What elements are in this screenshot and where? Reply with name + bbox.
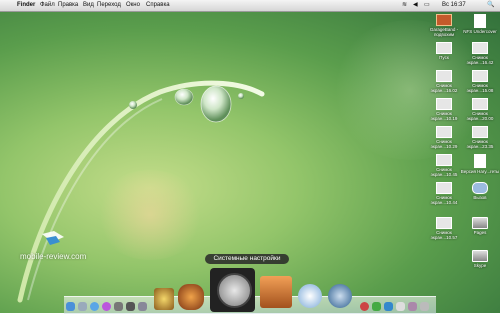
guitar-icon bbox=[436, 14, 452, 26]
menu-view[interactable]: Вид bbox=[83, 0, 94, 11]
screenshot-icon bbox=[472, 42, 488, 54]
screenshot-icon bbox=[436, 126, 452, 138]
desktop-icon[interactable]: Снимок экран...16.42 bbox=[460, 42, 500, 65]
dock-items bbox=[60, 268, 450, 313]
screenshot-icon bbox=[436, 154, 452, 166]
keynote-icon[interactable] bbox=[260, 276, 292, 308]
menu-window[interactable]: Окно bbox=[126, 0, 140, 11]
app-icon[interactable] bbox=[126, 302, 135, 311]
screenshot-icon bbox=[436, 217, 452, 229]
menu-edit[interactable]: Правка bbox=[58, 0, 78, 11]
desktop-icon-label: Версия Hary...геты bbox=[460, 169, 500, 174]
desktop-icon-label: Снимок экран...10.44 bbox=[430, 195, 458, 205]
finder-icon[interactable] bbox=[66, 302, 75, 311]
desktop-icon-label: Снимок экран...20.00 bbox=[466, 111, 494, 121]
desktop-icon-label: Pages bbox=[473, 230, 487, 235]
desktop-icon-label: NFS Undercover bbox=[463, 29, 497, 34]
spotlight-icon[interactable]: 🔍 bbox=[487, 0, 494, 11]
desktop-icon-label: Снимок экран...10.19 bbox=[430, 111, 458, 121]
volume-icon[interactable]: ◀ bbox=[413, 0, 418, 11]
desktop-icon[interactable]: Снимок экран...15.08 bbox=[460, 70, 500, 93]
guitar-icon[interactable] bbox=[178, 284, 204, 310]
desktop-icon[interactable]: Снимок экран...10.29 bbox=[424, 126, 464, 149]
desktop-icon[interactable]: Снимок экран...10.44 bbox=[424, 182, 464, 205]
imovie-star-icon[interactable] bbox=[154, 288, 174, 310]
desktop-icon[interactable]: Пуск bbox=[424, 42, 464, 60]
screenshot-icon bbox=[436, 70, 452, 82]
safari-icon[interactable] bbox=[90, 302, 99, 311]
screenshot-icon bbox=[436, 182, 452, 194]
screenshot-icon bbox=[436, 98, 452, 110]
app-icon[interactable] bbox=[384, 302, 393, 311]
desktop-icon[interactable]: NFS Undercover bbox=[460, 14, 500, 34]
desktop-icon[interactable]: Версия Hary...геты bbox=[460, 154, 500, 174]
drive-icon bbox=[472, 250, 488, 262]
desktop-icon[interactable]: Снимок экран...16.02 bbox=[424, 70, 464, 93]
desktop-icon[interactable]: Снимок экран...10.57 bbox=[424, 217, 464, 240]
trash-icon[interactable] bbox=[420, 302, 429, 311]
menu-help[interactable]: Справка bbox=[146, 0, 170, 11]
menu-go[interactable]: Переход bbox=[97, 0, 121, 11]
desktop-icon-label: Снимок экран...10.57 bbox=[430, 230, 458, 240]
desktop-icon[interactable]: Skype bbox=[460, 250, 500, 268]
desktop-icon[interactable]: GarageBand - подвохим bbox=[424, 14, 464, 37]
desktop-icons: GarageBand - подвохим NFS Undercover Пус… bbox=[420, 12, 500, 282]
screenshot-icon bbox=[472, 126, 488, 138]
app-icon[interactable] bbox=[396, 302, 405, 311]
mail-icon[interactable] bbox=[78, 302, 87, 311]
desktop-icon[interactable]: Снимок экран...10.19 bbox=[424, 98, 464, 121]
screenshot-icon bbox=[436, 42, 452, 54]
document-icon bbox=[474, 154, 486, 168]
app-icon[interactable] bbox=[372, 302, 381, 311]
desktop-icon[interactable]: Pages bbox=[460, 217, 500, 235]
app-icon[interactable] bbox=[138, 302, 147, 311]
desktop-icon-label: Снимок экран...23.35 bbox=[466, 139, 494, 149]
app-icon[interactable] bbox=[360, 302, 369, 311]
menu-app-name[interactable]: Finder bbox=[17, 0, 35, 11]
app-icon[interactable] bbox=[114, 302, 123, 311]
desktop-icon-label: Skype bbox=[473, 263, 487, 268]
desktop-icon[interactable]: Снимок экран...23.35 bbox=[460, 126, 500, 149]
app-icon[interactable] bbox=[408, 302, 417, 311]
document-icon bbox=[474, 14, 486, 28]
menu-bar: Finder Файл Правка Вид Переход Окно Спра… bbox=[0, 0, 500, 12]
itunes-icon[interactable] bbox=[102, 302, 111, 311]
preview-icon[interactable] bbox=[328, 284, 352, 308]
itunes-circle-icon[interactable] bbox=[298, 284, 322, 308]
watermark-text: mobile-review.com bbox=[20, 252, 87, 261]
app-icon bbox=[472, 182, 488, 194]
desktop-icon-label: Снимок экран...10.45 bbox=[430, 167, 458, 177]
clock[interactable]: Вс 16:37 bbox=[442, 0, 466, 11]
desktop-icon[interactable]: Снимок экран...10.45 bbox=[424, 154, 464, 177]
desktop-icon[interactable]: Снимок экран...20.00 bbox=[460, 98, 500, 121]
screenshot-icon bbox=[472, 98, 488, 110]
battery-icon[interactable]: ▭ bbox=[424, 0, 430, 11]
desktop-icon[interactable]: Вызов bbox=[460, 182, 500, 200]
gear-icon bbox=[217, 273, 252, 308]
menu-file[interactable]: Файл bbox=[40, 0, 55, 11]
desktop-icon-label: GarageBand - подвохим bbox=[429, 27, 459, 37]
system-preferences-button[interactable] bbox=[210, 268, 255, 312]
desktop-icon-label: Вызов bbox=[473, 195, 487, 200]
mobile-review-logo-icon bbox=[42, 231, 64, 245]
dock-tooltip: Системные настройки bbox=[205, 254, 289, 264]
desktop-icon-label: Пуск bbox=[439, 55, 449, 60]
wifi-icon[interactable]: ≋ bbox=[402, 0, 407, 11]
desktop-icon-label: Снимок экран...16.42 bbox=[466, 55, 494, 65]
screenshot-icon bbox=[472, 70, 488, 82]
desktop-icon-label: Снимок экран...10.29 bbox=[430, 139, 458, 149]
drive-icon bbox=[472, 217, 488, 229]
desktop-icon-label: Снимок экран...16.02 bbox=[430, 83, 458, 93]
desktop-icon-label: Снимок экран...15.08 bbox=[466, 83, 494, 93]
